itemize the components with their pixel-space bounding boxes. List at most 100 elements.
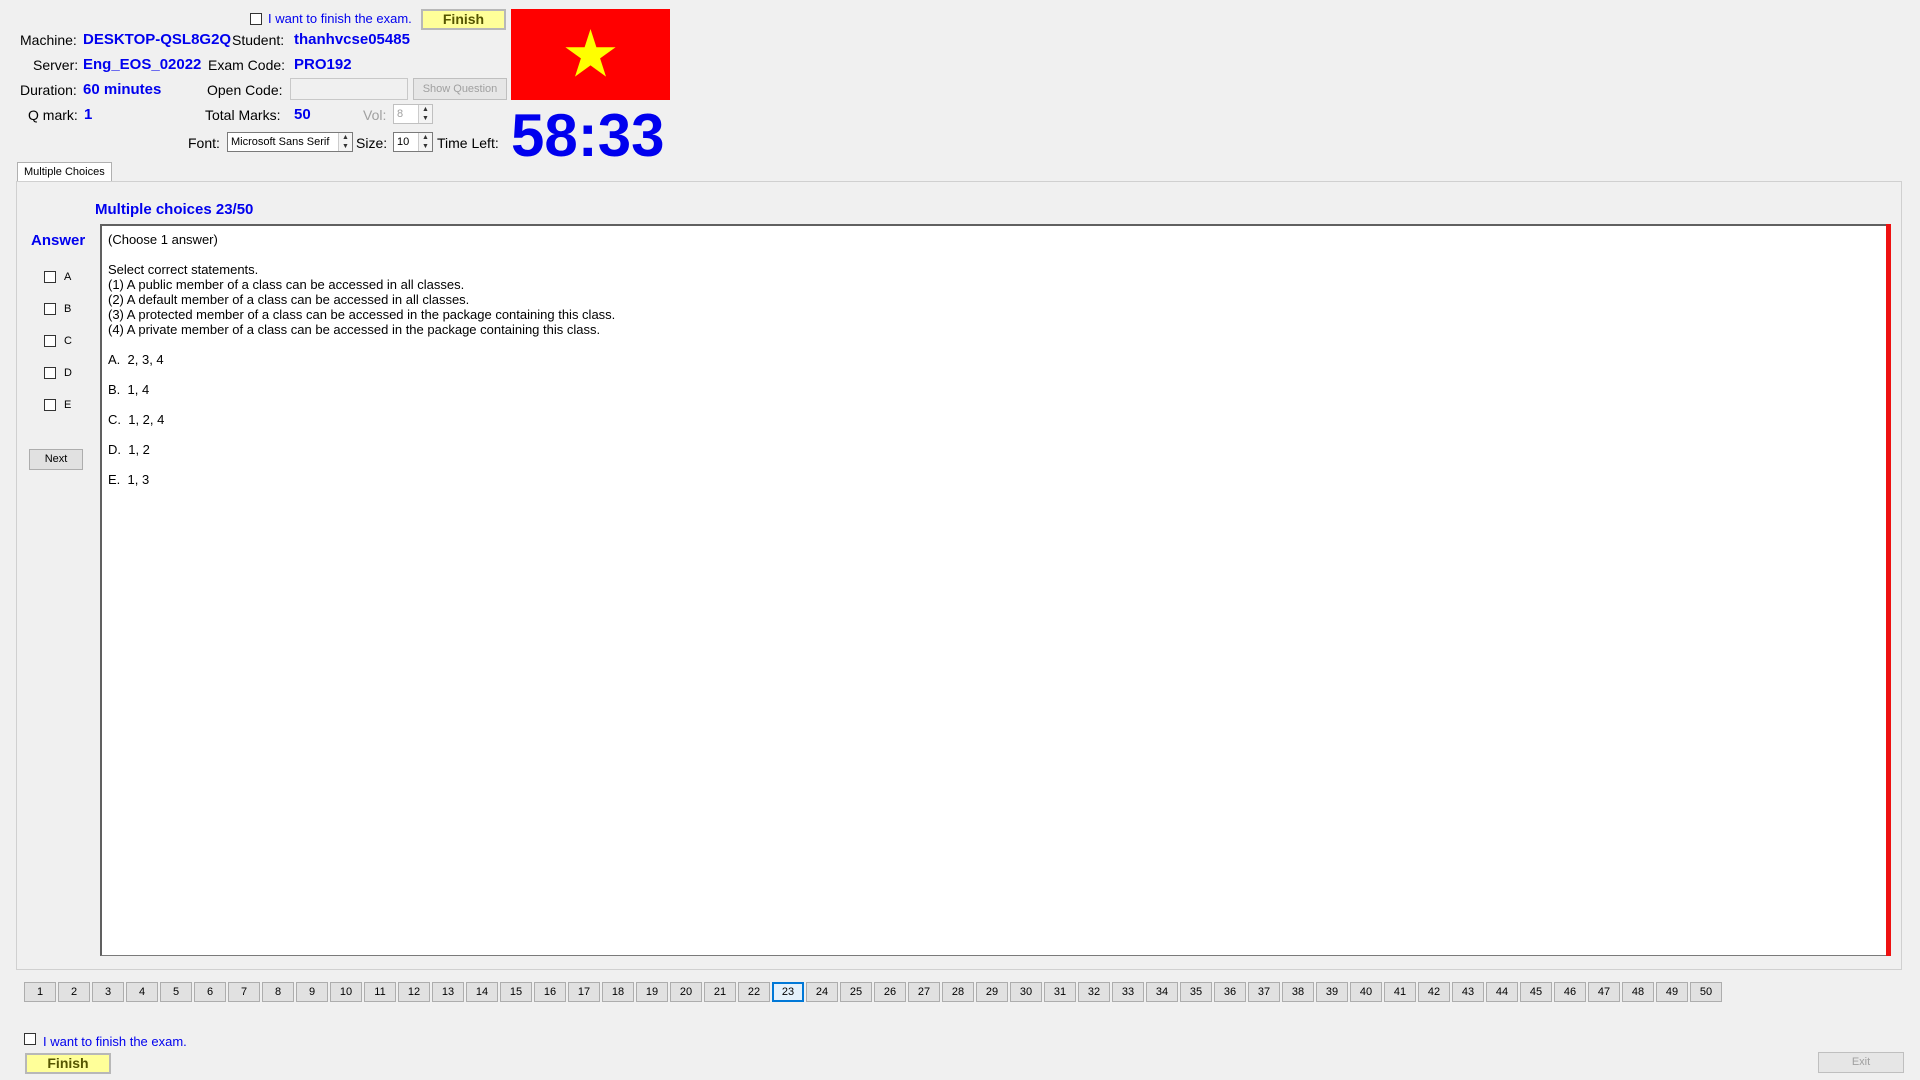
question-nav-button[interactable]: 28 [942, 982, 974, 1002]
footer-finish-exam-checkbox-label: I want to finish the exam. [43, 1034, 187, 1049]
question-nav-button[interactable]: 15 [500, 982, 532, 1002]
question-nav-button[interactable]: 42 [1418, 982, 1450, 1002]
question-nav-button[interactable]: 14 [466, 982, 498, 1002]
font-label: Font: [188, 135, 220, 151]
question-nav-button[interactable]: 11 [364, 982, 396, 1002]
answer-checkbox[interactable] [44, 367, 56, 379]
footer-finish-exam-checkbox[interactable] [24, 1033, 36, 1045]
question-nav-button[interactable]: 40 [1350, 982, 1382, 1002]
question-nav-button[interactable]: 21 [704, 982, 736, 1002]
question-text: (Choose 1 answer) Select correct stateme… [108, 232, 616, 487]
open-code-input[interactable] [290, 78, 408, 100]
question-nav-button[interactable]: 43 [1452, 982, 1484, 1002]
question-nav-button[interactable]: 39 [1316, 982, 1348, 1002]
question-nav-button[interactable]: 3 [92, 982, 124, 1002]
question-nav-button[interactable]: 30 [1010, 982, 1042, 1002]
question-nav-button[interactable]: 1 [24, 982, 56, 1002]
question-nav-button[interactable]: 24 [806, 982, 838, 1002]
question-nav-button[interactable]: 8 [262, 982, 294, 1002]
answer-title: Answer [31, 232, 86, 249]
question-nav-button[interactable]: 27 [908, 982, 940, 1002]
answer-option-a[interactable]: A [44, 261, 72, 293]
question-nav-button[interactable]: 23 [772, 982, 804, 1002]
question-nav-button[interactable]: 7 [228, 982, 260, 1002]
vietnam-flag-icon [511, 9, 670, 100]
spinner-arrows-icon[interactable]: ▲ ▼ [338, 133, 352, 151]
question-nav-button[interactable]: 45 [1520, 982, 1552, 1002]
answer-option-label: B [64, 303, 72, 315]
size-value: 10 [397, 136, 410, 148]
question-nav-button[interactable]: 37 [1248, 982, 1280, 1002]
question-nav-button[interactable]: 22 [738, 982, 770, 1002]
question-nav-button[interactable]: 13 [432, 982, 464, 1002]
tab-multiple-choices[interactable]: Multiple Choices [17, 162, 112, 182]
exam-code-label: Exam Code: [208, 57, 286, 73]
question-text-box[interactable]: (Choose 1 answer) Select correct stateme… [100, 224, 1887, 956]
question-nav-button[interactable]: 26 [874, 982, 906, 1002]
question-nav-button[interactable]: 36 [1214, 982, 1246, 1002]
machine-label: Machine: [20, 32, 77, 48]
question-nav-button[interactable]: 12 [398, 982, 430, 1002]
question-nav-button[interactable]: 32 [1078, 982, 1110, 1002]
total-marks-label: Total Marks: [205, 107, 281, 123]
question-nav-button[interactable]: 38 [1282, 982, 1314, 1002]
spinner-arrows-icon[interactable]: ▲ ▼ [418, 105, 432, 123]
answer-option-label: A [64, 271, 72, 283]
question-nav-button[interactable]: 19 [636, 982, 668, 1002]
question-nav-button[interactable]: 16 [534, 982, 566, 1002]
finish-button[interactable]: Finish [421, 9, 506, 30]
answer-option-c[interactable]: C [44, 325, 72, 357]
answer-checkbox[interactable] [44, 303, 56, 315]
spinner-arrows-icon[interactable]: ▲ ▼ [418, 133, 432, 151]
question-nav-button[interactable]: 18 [602, 982, 634, 1002]
server-value: Eng_EOS_02022 [83, 56, 202, 73]
duration-label: Duration: [20, 82, 77, 98]
qmark-label: Q mark: [28, 107, 78, 123]
answer-option-label: D [64, 367, 72, 379]
question-nav-button[interactable]: 41 [1384, 982, 1416, 1002]
answer-option-d[interactable]: D [44, 357, 72, 389]
question-nav-button[interactable]: 48 [1622, 982, 1654, 1002]
exit-button[interactable]: Exit [1818, 1052, 1904, 1073]
answer-options: A B C D E [44, 261, 72, 421]
question-nav-button[interactable]: 34 [1146, 982, 1178, 1002]
question-nav-button[interactable]: 47 [1588, 982, 1620, 1002]
total-marks-value: 50 [294, 106, 311, 123]
question-nav-button[interactable]: 4 [126, 982, 158, 1002]
vol-spinner[interactable]: 8 ▲ ▼ [393, 104, 433, 124]
student-value: thanhvcse05485 [294, 31, 410, 48]
time-left-value: 58:33 [511, 102, 665, 169]
finish-exam-checkbox[interactable] [250, 13, 262, 25]
question-nav-button[interactable]: 2 [58, 982, 90, 1002]
question-nav-button[interactable]: 9 [296, 982, 328, 1002]
question-nav-button[interactable]: 29 [976, 982, 1008, 1002]
question-nav-button[interactable]: 33 [1112, 982, 1144, 1002]
duration-value: 60 minutes [83, 81, 162, 98]
question-nav-button[interactable]: 10 [330, 982, 362, 1002]
open-code-label: Open Code: [207, 82, 283, 98]
question-nav-button[interactable]: 44 [1486, 982, 1518, 1002]
size-spinner[interactable]: 10 ▲ ▼ [393, 132, 433, 152]
show-question-button[interactable]: Show Question [413, 78, 507, 100]
question-nav-button[interactable]: 25 [840, 982, 872, 1002]
answer-checkbox[interactable] [44, 271, 56, 283]
question-nav-button[interactable]: 46 [1554, 982, 1586, 1002]
question-nav-button[interactable]: 5 [160, 982, 192, 1002]
question-nav-button[interactable]: 20 [670, 982, 702, 1002]
question-nav-button[interactable]: 50 [1690, 982, 1722, 1002]
font-spinner[interactable]: Microsoft Sans Serif ▲ ▼ [227, 132, 353, 152]
answer-checkbox[interactable] [44, 335, 56, 347]
question-nav-button[interactable]: 35 [1180, 982, 1212, 1002]
question-nav-button[interactable]: 17 [568, 982, 600, 1002]
question-nav-button[interactable]: 31 [1044, 982, 1076, 1002]
star-icon [565, 29, 616, 77]
answer-option-b[interactable]: B [44, 293, 72, 325]
next-button[interactable]: Next [29, 449, 83, 470]
server-label: Server: [33, 57, 79, 73]
answer-checkbox[interactable] [44, 399, 56, 411]
question-nav-button[interactable]: 49 [1656, 982, 1688, 1002]
answer-option-e[interactable]: E [44, 389, 72, 421]
answer-option-label: C [64, 335, 72, 347]
footer-finish-button[interactable]: Finish [25, 1053, 111, 1074]
question-nav-button[interactable]: 6 [194, 982, 226, 1002]
